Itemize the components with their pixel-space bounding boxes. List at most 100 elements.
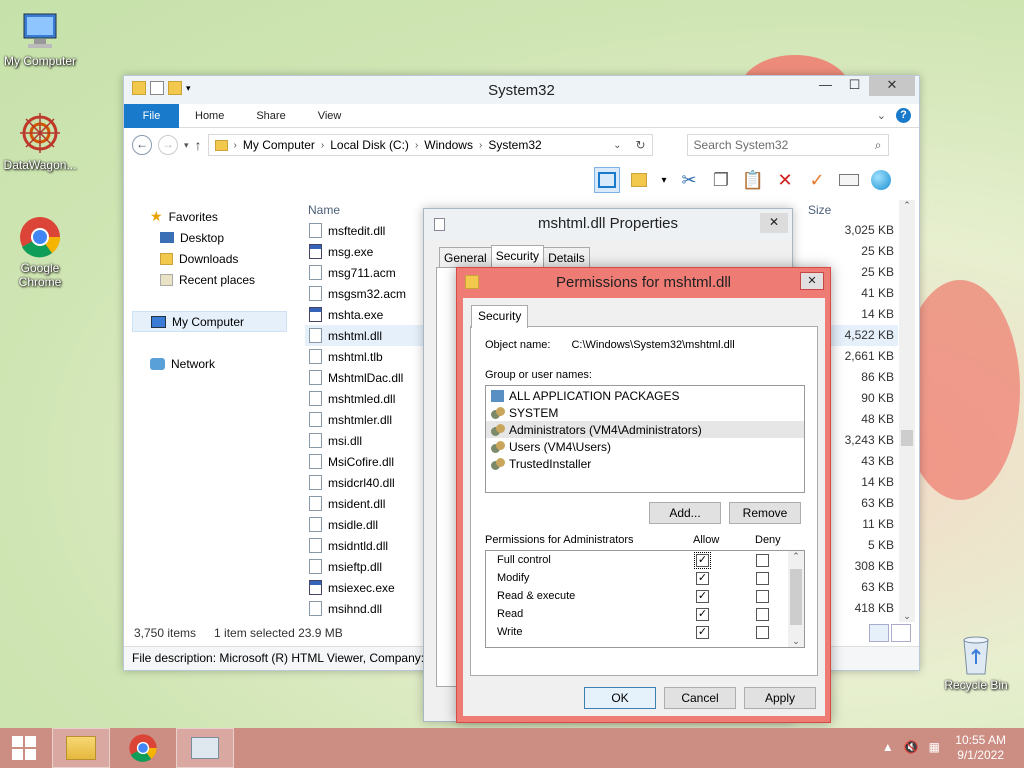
up-arrow-icon[interactable]: ↑	[195, 137, 202, 153]
details-view-icon[interactable]	[869, 624, 889, 642]
apply-button[interactable]: Apply	[744, 687, 816, 709]
chevron-down-icon[interactable]: ▾	[658, 167, 670, 193]
file-row[interactable]: msi.dll	[305, 430, 425, 451]
file-row[interactable]: msftedit.dll	[305, 220, 425, 241]
breadcrumb-segment[interactable]: Local Disk (C:)	[330, 138, 409, 152]
permissions-scrollbar[interactable]: ⌃ ⌄	[788, 551, 804, 647]
start-button[interactable]	[0, 728, 48, 768]
file-row[interactable]: MshtmlDac.dll	[305, 367, 425, 388]
group-item[interactable]: Administrators (VM4\Administrators)	[486, 421, 804, 438]
taskbar-task-manager[interactable]	[176, 728, 234, 768]
column-header-size[interactable]: Size	[804, 200, 898, 220]
close-button[interactable]: ✕	[760, 213, 788, 233]
ok-button[interactable]: OK	[584, 687, 656, 709]
forward-button[interactable]: →	[158, 135, 178, 155]
tab-security[interactable]: Security	[471, 305, 529, 328]
deny-checkbox[interactable]	[756, 626, 769, 639]
tab-view[interactable]: View	[302, 104, 358, 128]
breadcrumb-segment[interactable]: System32	[488, 138, 541, 152]
tab-home[interactable]: Home	[179, 104, 240, 128]
chevron-up-icon[interactable]: ⌃	[899, 200, 915, 211]
clock[interactable]: 10:55 AM 9/1/2022	[955, 733, 1006, 763]
nav-downloads[interactable]: Downloads	[132, 248, 302, 269]
group-item[interactable]: SYSTEM	[486, 404, 804, 421]
network-icon[interactable]: ▦	[929, 740, 940, 754]
nav-my-computer[interactable]: My Computer	[132, 311, 287, 332]
refresh-icon[interactable]: ↻	[635, 138, 645, 152]
large-icons-view-icon[interactable]	[891, 624, 911, 642]
file-list-scrollbar[interactable]: ⌃ ⌄	[899, 200, 915, 622]
desktop-icon-chrome[interactable]: Google Chrome	[0, 215, 80, 289]
file-row[interactable]: mshtmled.dll	[305, 388, 425, 409]
deny-checkbox[interactable]	[756, 554, 769, 567]
group-item[interactable]: ALL APPLICATION PACKAGES	[486, 387, 804, 404]
chevron-down-icon[interactable]: ⌄	[877, 109, 886, 122]
taskbar-file-explorer[interactable]	[52, 728, 110, 768]
chevron-down-icon[interactable]: ⌄	[899, 611, 915, 622]
copy-icon[interactable]: ❐	[708, 167, 734, 193]
allow-checkbox[interactable]: ✓	[696, 590, 709, 603]
help-icon[interactable]: ?	[896, 108, 911, 123]
explorer-titlebar[interactable]: ▾ System32 — ☐ ✕	[124, 76, 919, 104]
checkmark-icon[interactable]: ✓	[804, 167, 830, 193]
globe-icon[interactable]	[868, 167, 894, 193]
permissions-titlebar[interactable]: Permissions for mshtml.dll ✕	[457, 268, 830, 298]
breadcrumb-segment[interactable]: Windows	[424, 138, 473, 152]
file-row[interactable]: msidcrl40.dll	[305, 472, 425, 493]
properties-titlebar[interactable]: mshtml.dll Properties ✕	[424, 209, 792, 239]
deny-checkbox[interactable]	[756, 590, 769, 603]
tab-file[interactable]: File	[124, 103, 179, 128]
desktop-icon-my-computer[interactable]: My Computer	[0, 10, 80, 68]
file-row[interactable]: msieftp.dll	[305, 556, 425, 577]
maximize-button[interactable]: ☐	[840, 76, 869, 96]
delete-icon[interactable]: ✕	[772, 167, 798, 193]
chevron-down-icon[interactable]: ▾	[184, 140, 189, 151]
file-row[interactable]: msidle.dll	[305, 514, 425, 535]
taskbar-chrome[interactable]	[114, 728, 172, 768]
file-row[interactable]: mshtml.tlb	[305, 346, 425, 367]
breadcrumb-segment[interactable]: My Computer	[243, 138, 315, 152]
minimize-button[interactable]: —	[811, 76, 840, 96]
add-button[interactable]: Add...	[649, 502, 721, 524]
file-row[interactable]: msihnd.dll	[305, 598, 425, 619]
tab-share[interactable]: Share	[240, 104, 301, 128]
preview-pane-icon[interactable]	[594, 167, 620, 193]
allow-checkbox[interactable]: ✓	[696, 626, 709, 639]
nav-favorites[interactable]: ★ Favorites	[132, 206, 302, 227]
group-item[interactable]: Users (VM4\Users)	[486, 438, 804, 455]
file-row[interactable]: msidntld.dll	[305, 535, 425, 556]
chevron-up-icon[interactable]: ⌃	[788, 551, 804, 562]
speaker-muted-icon[interactable]: 🔇	[904, 740, 919, 754]
cut-icon[interactable]: ✂	[676, 167, 702, 193]
file-row[interactable]: MsiCofire.dll	[305, 451, 425, 472]
allow-checkbox[interactable]: ✓	[696, 572, 709, 585]
file-row[interactable]: mshtml.dll	[305, 325, 425, 346]
file-row[interactable]: msg711.acm	[305, 262, 425, 283]
file-row[interactable]: mshtmler.dll	[305, 409, 425, 430]
file-row[interactable]: msident.dll	[305, 493, 425, 514]
search-input[interactable]: Search System32 ⌕	[686, 134, 889, 156]
desktop-icon-datawagon[interactable]: DataWagon...	[0, 110, 80, 172]
close-button[interactable]: ✕	[869, 76, 915, 96]
paste-icon[interactable]: 📋	[740, 167, 766, 193]
group-list[interactable]: ALL APPLICATION PACKAGES SYSTEM Administ…	[485, 385, 805, 493]
back-button[interactable]: ←	[132, 135, 152, 155]
rename-icon[interactable]	[836, 167, 862, 193]
file-row[interactable]: msgsm32.acm	[305, 283, 425, 304]
allow-checkbox[interactable]: ✓	[696, 608, 709, 621]
deny-checkbox[interactable]	[756, 572, 769, 585]
nav-network[interactable]: Network	[132, 353, 302, 374]
file-row[interactable]: msiexec.exe	[305, 577, 425, 598]
file-row[interactable]: msg.exe	[305, 241, 425, 262]
group-item[interactable]: TrustedInstaller	[486, 455, 804, 472]
remove-button[interactable]: Remove	[729, 502, 801, 524]
deny-checkbox[interactable]	[756, 608, 769, 621]
chevron-down-icon[interactable]: ⌄	[788, 636, 804, 647]
scrollbar-thumb[interactable]	[790, 569, 802, 625]
allow-checkbox[interactable]: ✓	[694, 552, 711, 569]
chevron-down-icon[interactable]: ⌄	[613, 140, 621, 151]
file-row[interactable]: mshta.exe	[305, 304, 425, 325]
select-all-icon[interactable]	[626, 167, 652, 193]
column-header-name[interactable]: Name	[305, 200, 425, 220]
scrollbar-thumb[interactable]	[901, 430, 913, 446]
